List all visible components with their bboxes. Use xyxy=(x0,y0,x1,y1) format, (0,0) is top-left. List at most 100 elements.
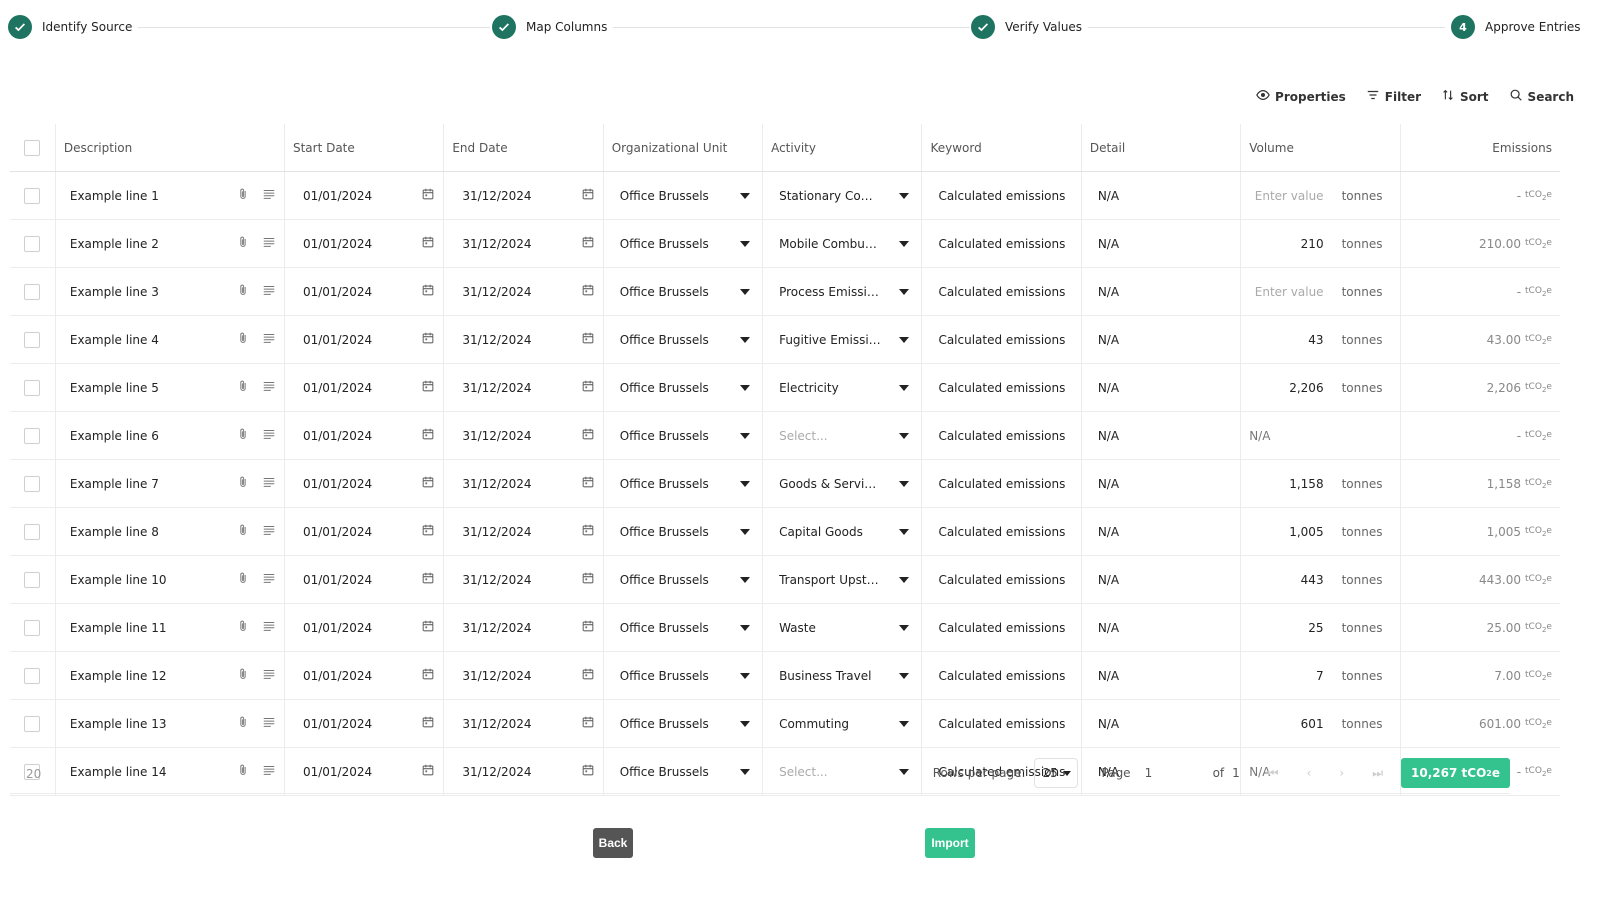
calendar-icon[interactable] xyxy=(421,667,435,684)
paperclip-icon[interactable] xyxy=(236,667,250,684)
end-date-cell[interactable]: 31/12/2024 xyxy=(444,220,604,267)
import-button[interactable]: Import xyxy=(925,828,975,858)
volume-input[interactable]: 7 xyxy=(1316,669,1324,683)
calendar-icon[interactable] xyxy=(581,427,595,444)
row-checkbox[interactable] xyxy=(24,523,41,540)
end-date-cell[interactable]: 31/12/2024 xyxy=(444,604,604,651)
row-checkbox[interactable] xyxy=(24,379,41,396)
row-checkbox[interactable] xyxy=(24,331,41,348)
volume-input[interactable]: 2,206 xyxy=(1289,381,1323,395)
volume-input[interactable]: 601 xyxy=(1301,717,1324,731)
activity-select[interactable]: Commuting xyxy=(763,700,923,747)
activity-select[interactable]: Electricity xyxy=(763,364,923,411)
end-date-cell[interactable]: 31/12/2024 xyxy=(444,316,604,363)
prev-page-icon[interactable]: ‹ xyxy=(1307,766,1312,780)
end-date-cell[interactable]: 31/12/2024 xyxy=(444,172,604,219)
calendar-icon[interactable] xyxy=(421,235,435,252)
header-end-date[interactable]: End Date xyxy=(444,124,604,171)
notes-icon[interactable] xyxy=(262,475,276,492)
org-unit-select[interactable]: Office Brussels xyxy=(604,460,764,507)
org-unit-select[interactable]: Office Brussels xyxy=(604,220,764,267)
notes-icon[interactable] xyxy=(262,619,276,636)
end-date-cell[interactable]: 31/12/2024 xyxy=(444,700,604,747)
step-verify-values[interactable]: Verify Values xyxy=(971,15,1089,39)
table-row[interactable]: Example line 11 01/01/2024 31/12/2024 Of… xyxy=(10,604,1560,652)
activity-select[interactable]: Transport Upstream xyxy=(763,556,923,603)
rows-per-page-select[interactable]: 25 xyxy=(1033,758,1078,788)
volume-input[interactable]: 43 xyxy=(1308,333,1323,347)
activity-select[interactable]: Select... xyxy=(763,412,923,459)
paperclip-icon[interactable] xyxy=(236,619,250,636)
end-date-cell[interactable]: 31/12/2024 xyxy=(444,652,604,699)
start-date-cell[interactable]: 01/01/2024 xyxy=(285,172,445,219)
header-emissions[interactable]: Emissions xyxy=(1401,124,1560,171)
volume-input[interactable]: 25 xyxy=(1308,621,1323,635)
table-row[interactable]: Example line 1 01/01/2024 31/12/2024 Off… xyxy=(10,172,1560,220)
notes-icon[interactable] xyxy=(262,187,276,204)
table-row[interactable]: Example line 2 01/01/2024 31/12/2024 Off… xyxy=(10,220,1560,268)
table-row[interactable]: Example line 12 01/01/2024 31/12/2024 Of… xyxy=(10,652,1560,700)
calendar-icon[interactable] xyxy=(581,667,595,684)
next-page-icon[interactable]: › xyxy=(1339,766,1344,780)
calendar-icon[interactable] xyxy=(581,619,595,636)
org-unit-select[interactable]: Office Brussels xyxy=(604,604,764,651)
start-date-cell[interactable]: 01/01/2024 xyxy=(285,604,445,651)
table-row[interactable]: Example line 4 01/01/2024 31/12/2024 Off… xyxy=(10,316,1560,364)
org-unit-select[interactable]: Office Brussels xyxy=(604,316,764,363)
volume-input[interactable]: 443 xyxy=(1301,573,1324,587)
header-activity[interactable]: Activity xyxy=(763,124,923,171)
start-date-cell[interactable]: 01/01/2024 xyxy=(285,268,445,315)
paperclip-icon[interactable] xyxy=(236,283,250,300)
header-detail[interactable]: Detail xyxy=(1082,124,1242,171)
start-date-cell[interactable]: 01/01/2024 xyxy=(285,412,445,459)
description-text[interactable]: Example line 13 xyxy=(64,717,167,731)
calendar-icon[interactable] xyxy=(421,475,435,492)
end-date-cell[interactable]: 31/12/2024 xyxy=(444,412,604,459)
description-text[interactable]: Example line 2 xyxy=(64,237,159,251)
calendar-icon[interactable] xyxy=(581,571,595,588)
notes-icon[interactable] xyxy=(262,667,276,684)
filter-button[interactable]: Filter xyxy=(1366,88,1421,105)
start-date-cell[interactable]: 01/01/2024 xyxy=(285,364,445,411)
calendar-icon[interactable] xyxy=(421,523,435,540)
calendar-icon[interactable] xyxy=(581,331,595,348)
paperclip-icon[interactable] xyxy=(236,571,250,588)
description-text[interactable]: Example line 7 xyxy=(64,477,159,491)
paperclip-icon[interactable] xyxy=(236,715,250,732)
calendar-icon[interactable] xyxy=(581,187,595,204)
notes-icon[interactable] xyxy=(262,571,276,588)
org-unit-select[interactable]: Office Brussels xyxy=(604,652,764,699)
description-text[interactable]: Example line 8 xyxy=(64,525,159,539)
calendar-icon[interactable] xyxy=(421,331,435,348)
org-unit-select[interactable]: Office Brussels xyxy=(604,508,764,555)
volume-input[interactable]: Enter value xyxy=(1255,285,1324,299)
paperclip-icon[interactable] xyxy=(236,331,250,348)
calendar-icon[interactable] xyxy=(421,427,435,444)
step-approve-entries[interactable]: 4 Approve Entries xyxy=(1445,15,1587,39)
properties-button[interactable]: Properties xyxy=(1256,88,1346,105)
activity-select[interactable]: Goods & Services xyxy=(763,460,923,507)
search-button[interactable]: Search xyxy=(1509,88,1574,105)
calendar-icon[interactable] xyxy=(421,619,435,636)
paperclip-icon[interactable] xyxy=(236,379,250,396)
end-date-cell[interactable]: 31/12/2024 xyxy=(444,460,604,507)
volume-input[interactable]: 210 xyxy=(1301,237,1324,251)
notes-icon[interactable] xyxy=(262,523,276,540)
header-keyword[interactable]: Keyword xyxy=(922,124,1082,171)
calendar-icon[interactable] xyxy=(421,715,435,732)
row-checkbox[interactable] xyxy=(24,571,41,588)
row-checkbox[interactable] xyxy=(24,619,41,636)
calendar-icon[interactable] xyxy=(581,715,595,732)
first-page-icon[interactable]: ⏮ xyxy=(1268,766,1279,781)
description-text[interactable]: Example line 4 xyxy=(64,333,159,347)
select-all-checkbox[interactable] xyxy=(24,139,41,156)
notes-icon[interactable] xyxy=(262,235,276,252)
description-text[interactable]: Example line 11 xyxy=(64,621,167,635)
description-text[interactable]: Example line 12 xyxy=(64,669,167,683)
start-date-cell[interactable]: 01/01/2024 xyxy=(285,556,445,603)
back-button[interactable]: Back xyxy=(593,828,633,858)
table-row[interactable]: Example line 6 01/01/2024 31/12/2024 Off… xyxy=(10,412,1560,460)
step-map-columns[interactable]: Map Columns xyxy=(492,15,614,39)
header-description[interactable]: Description xyxy=(56,124,285,171)
start-date-cell[interactable]: 01/01/2024 xyxy=(285,652,445,699)
